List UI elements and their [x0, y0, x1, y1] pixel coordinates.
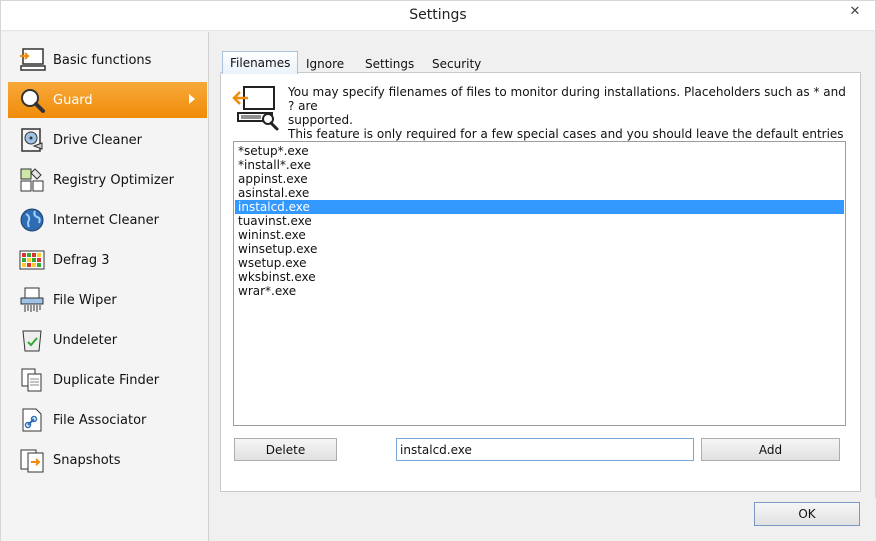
info-line: You may specify filenames of files to mo… [288, 85, 846, 113]
info-line: supported. [288, 113, 353, 127]
window-title: Settings [409, 7, 467, 23]
close-button[interactable]: ✕ [838, 1, 872, 21]
snapshots-icon [17, 445, 47, 475]
sidebar-item-file-associator[interactable]: File Associator [8, 402, 207, 438]
filename-input[interactable] [396, 438, 694, 461]
sidebar-item-label: File Associator [53, 412, 147, 428]
sidebar: Basic functions Guard Drive Cleaner Regi… [1, 32, 209, 541]
info-line: This feature is only required for a few … [288, 127, 844, 141]
file-link-icon [17, 405, 47, 435]
settings-window: Settings ✕ Basic functions Guard Drive C… [0, 0, 876, 541]
add-button[interactable]: Add [701, 438, 840, 461]
sidebar-item-undeleter[interactable]: Undeleter [8, 322, 207, 358]
sidebar-item-basic-functions[interactable]: Basic functions [8, 42, 207, 78]
list-item[interactable]: wininst.exe [235, 228, 844, 242]
globe-icon [17, 205, 47, 235]
ok-button[interactable]: OK [754, 502, 860, 526]
active-arrow-icon [189, 94, 195, 104]
sidebar-item-file-wiper[interactable]: File Wiper [8, 282, 207, 318]
sidebar-item-drive-cleaner[interactable]: Drive Cleaner [8, 122, 207, 158]
list-item[interactable]: appinst.exe [235, 172, 844, 186]
list-item[interactable]: winsetup.exe [235, 242, 844, 256]
recycle-bin-icon [17, 325, 47, 355]
basic-functions-icon [17, 45, 47, 75]
duplicate-files-icon [17, 365, 47, 395]
sidebar-item-defrag[interactable]: Defrag 3 [8, 242, 207, 278]
sidebar-item-guard[interactable]: Guard [8, 82, 207, 118]
info-text: You may specify filenames of files to mo… [288, 85, 848, 141]
sidebar-item-label: Basic functions [53, 52, 152, 68]
sidebar-item-snapshots[interactable]: Snapshots [8, 442, 207, 478]
sidebar-item-label: Guard [53, 92, 93, 108]
sidebar-item-label: Registry Optimizer [53, 172, 174, 188]
drive-cleaner-icon [17, 125, 47, 155]
list-item[interactable]: *setup*.exe [235, 144, 844, 158]
sidebar-item-label: Snapshots [53, 452, 121, 468]
title-bar: Settings ✕ [1, 1, 875, 31]
list-item[interactable]: wsetup.exe [235, 256, 844, 270]
sidebar-item-internet-cleaner[interactable]: Internet Cleaner [8, 202, 207, 238]
sidebar-item-label: Drive Cleaner [53, 132, 143, 148]
registry-optimizer-icon [17, 165, 47, 195]
sidebar-item-label: Undeleter [53, 332, 118, 348]
sidebar-item-label: File Wiper [53, 292, 117, 308]
shredder-icon [17, 285, 47, 315]
sidebar-item-label: Duplicate Finder [53, 372, 160, 388]
monitor-magnifier-icon [232, 85, 280, 131]
filenames-listbox[interactable]: *setup*.exe *install*.exe appinst.exe as… [233, 141, 846, 426]
sidebar-item-label: Defrag 3 [53, 252, 110, 268]
delete-button[interactable]: Delete [234, 438, 337, 461]
list-item[interactable]: wrar*.exe [235, 284, 844, 298]
close-icon: ✕ [849, 3, 861, 19]
tab-filenames[interactable]: Filenames [222, 51, 299, 74]
list-item-selected[interactable]: instalcd.exe [235, 200, 844, 214]
list-item[interactable]: wksbinst.exe [235, 270, 844, 284]
sidebar-item-label: Internet Cleaner [53, 212, 159, 228]
list-item[interactable]: tuavinst.exe [235, 214, 844, 228]
guard-magnifier-icon [17, 85, 47, 115]
defrag-icon [17, 245, 47, 275]
list-item[interactable]: asinstal.exe [235, 186, 844, 200]
sidebar-item-registry-optimizer[interactable]: Registry Optimizer [8, 162, 207, 198]
list-item[interactable]: *install*.exe [235, 158, 844, 172]
sidebar-item-duplicate-finder[interactable]: Duplicate Finder [8, 362, 207, 398]
